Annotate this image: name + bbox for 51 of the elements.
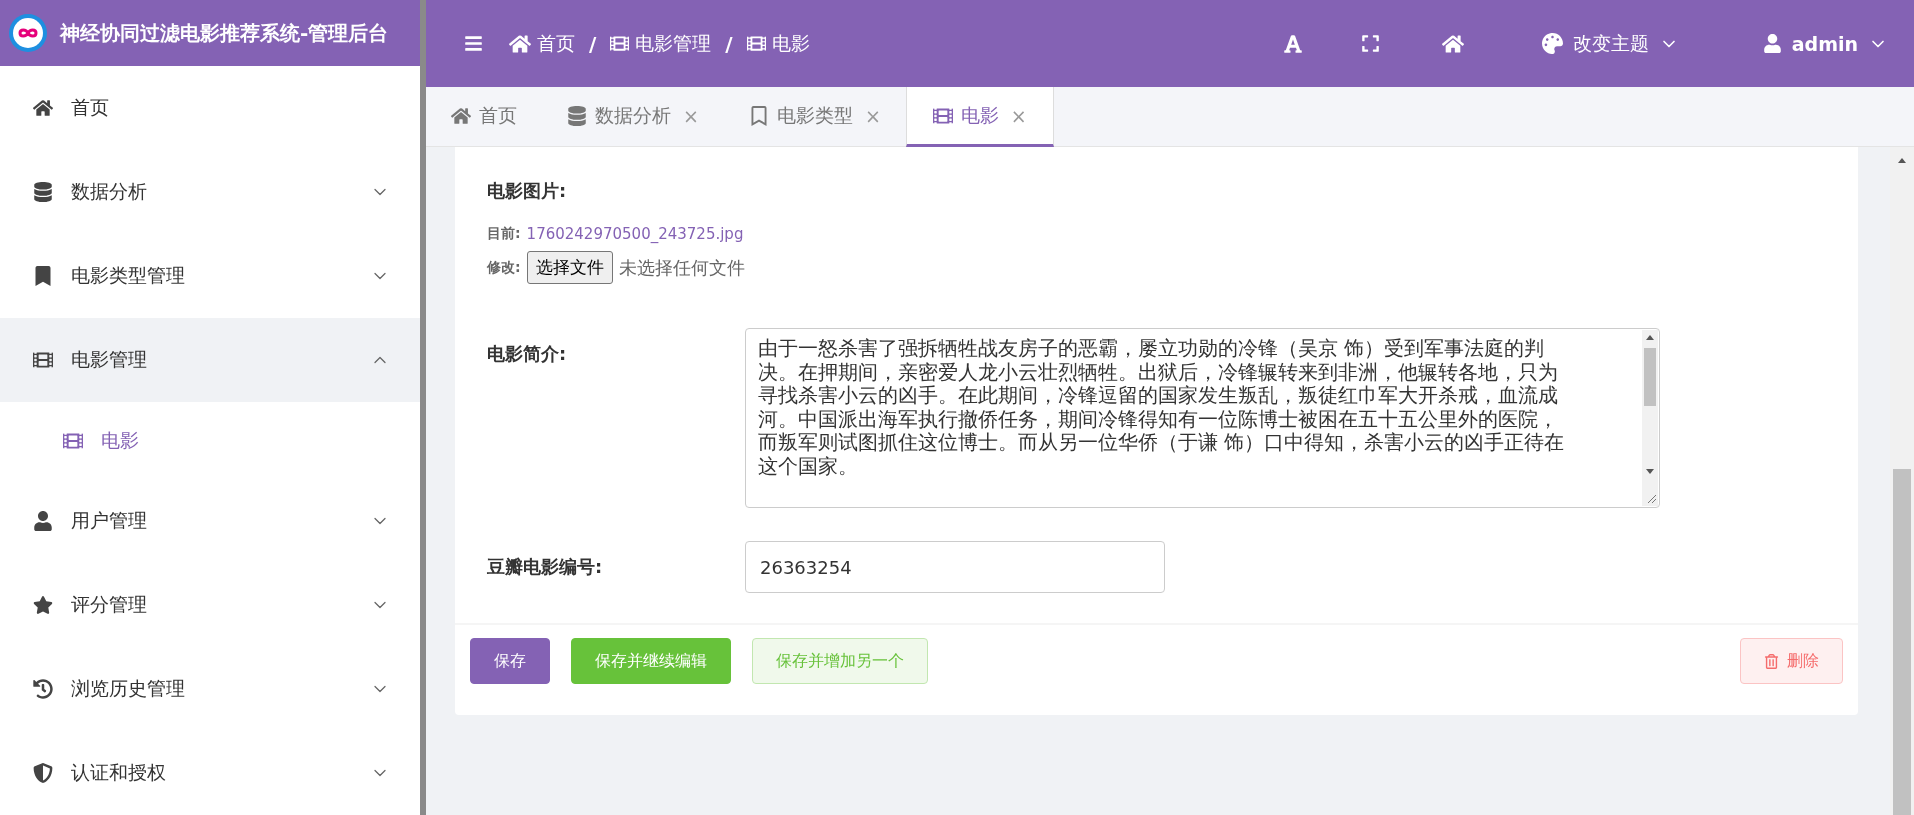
database-icon bbox=[33, 182, 53, 202]
film-icon bbox=[610, 34, 630, 53]
action-button[interactable]: 删除 bbox=[1740, 638, 1843, 684]
action-button[interactable]: 保存 bbox=[470, 638, 550, 684]
close-icon[interactable]: × bbox=[683, 104, 699, 127]
home-icon bbox=[509, 32, 531, 55]
font-size-icon[interactable] bbox=[1282, 33, 1303, 54]
sidebar-item[interactable]: 电影管理 bbox=[0, 318, 420, 402]
breadcrumb-separator: / bbox=[589, 31, 597, 56]
tab[interactable]: 电影 × bbox=[905, 87, 1054, 147]
scrollbar[interactable] bbox=[1642, 330, 1658, 506]
tab[interactable]: 数据分析 × bbox=[542, 87, 724, 147]
change-label: 修改: bbox=[487, 258, 521, 277]
home-icon bbox=[33, 98, 53, 118]
breadcrumb-item[interactable]: 电影 bbox=[771, 30, 810, 57]
tab[interactable]: 电影类型 × bbox=[723, 87, 906, 147]
file-status: 未选择任何文件 bbox=[618, 255, 745, 280]
user-icon bbox=[1762, 34, 1782, 53]
user-menu[interactable]: admin bbox=[1762, 32, 1888, 55]
file-link[interactable]: 1760242970500_243725.jpg bbox=[526, 225, 744, 243]
breadcrumb-item[interactable]: 电影管理 bbox=[635, 30, 712, 57]
description-field[interactable]: 由于一怒杀害了强拆牺牲战友房子的恶霸，屡立功勋的冷锋（吴京 饰）受到军事法庭的判决。在押期间，亲密爱人龙小云壮烈牺牲。出狱后，冷锋辗转来到非洲，他辗转各地，只为寻找杀害小云的凶手。在此期间，冷锋逗留的国家发生叛乱，叛徒红巾军大开杀戒，血流成河。中国派出海军执行撤侨任务，期间冷锋得知有一位陈博士被困在五十五公里外的医院，而叛军则试图抓住这位博士。而从另一位华侨（于谦 饰）口中得知，杀害小云的凶手正待在这个国家。 bbox=[745, 328, 1660, 508]
tab[interactable]: 首页 bbox=[426, 87, 542, 147]
close-icon[interactable]: × bbox=[864, 104, 881, 127]
film-icon bbox=[746, 34, 766, 53]
user-icon bbox=[33, 511, 53, 531]
choose-file-button[interactable]: 选择文件 bbox=[526, 251, 613, 284]
input-field[interactable]: 26363254 bbox=[745, 541, 1165, 593]
history-icon bbox=[33, 679, 53, 699]
film-icon bbox=[33, 350, 53, 370]
home-icon[interactable] bbox=[1441, 32, 1464, 55]
breadcrumb-item[interactable]: 首页 bbox=[537, 30, 575, 57]
breadcrumb-separator: / bbox=[725, 31, 733, 56]
close-icon[interactable]: × bbox=[1010, 104, 1027, 127]
bookmark-icon bbox=[33, 266, 53, 286]
field-label: 电影图片: bbox=[487, 179, 568, 203]
field-label: 电影简介: bbox=[487, 342, 568, 366]
database-icon bbox=[567, 105, 587, 126]
shield-icon bbox=[33, 763, 53, 783]
app-title: 神经协同过滤电影推荐系统-管理后台 bbox=[60, 19, 389, 47]
palette-icon bbox=[1541, 33, 1563, 54]
menu-icon[interactable] bbox=[464, 34, 483, 53]
star-icon bbox=[33, 595, 53, 615]
theme-menu[interactable]: 改变主题 bbox=[1541, 30, 1679, 57]
home-icon bbox=[451, 105, 471, 126]
sidebar-subitem[interactable]: 电影 bbox=[0, 402, 420, 479]
fullscreen-icon[interactable] bbox=[1360, 34, 1380, 53]
field-label: 豆瓣电影编号: bbox=[487, 555, 604, 579]
logo-icon bbox=[8, 13, 48, 53]
current-label: 目前: bbox=[487, 225, 521, 243]
trash-icon bbox=[1764, 653, 1779, 669]
